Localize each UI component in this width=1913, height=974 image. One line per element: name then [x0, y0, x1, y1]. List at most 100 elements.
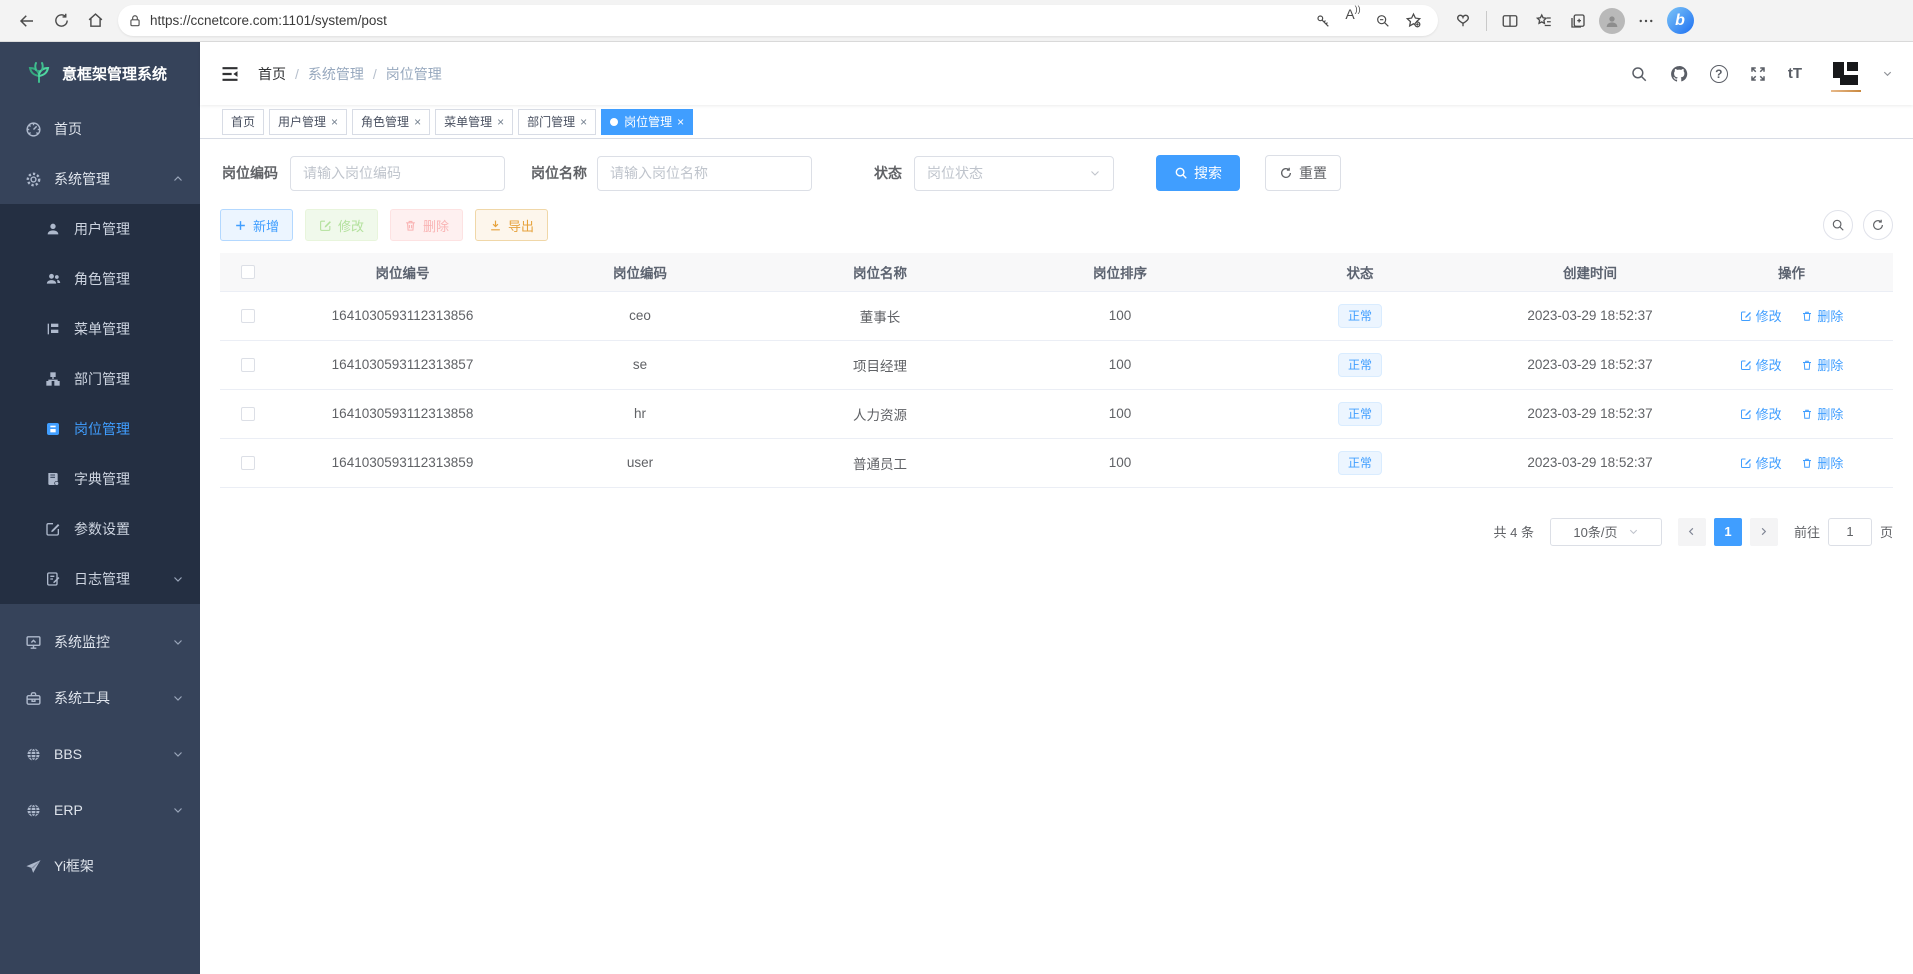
sidebar-item-param-settings[interactable]: 参数设置: [0, 504, 200, 554]
url-text[interactable]: https://ccnetcore.com:1101/system/post: [150, 13, 1308, 28]
tags-view-bar: 首页 用户管理 × 角色管理 × 菜单管理 × 部门管理 × 岗位管理 ×: [200, 105, 1913, 139]
row-checkbox[interactable]: [241, 456, 255, 470]
close-icon[interactable]: ×: [331, 115, 338, 129]
row-checkbox[interactable]: [241, 407, 255, 421]
github-icon[interactable]: [1669, 64, 1689, 84]
add-button[interactable]: 新增: [220, 209, 293, 241]
favorites-list-icon[interactable]: [1527, 6, 1561, 36]
next-page-button[interactable]: [1750, 518, 1778, 546]
sidebar-fold-icon[interactable]: [220, 64, 240, 84]
sidebar-item-erp[interactable]: ERP: [0, 782, 200, 838]
post-table: 岗位编号 岗位编码 岗位名称 岗位排序 状态 创建时间 操作 164103059…: [220, 253, 1893, 488]
browser-back-icon[interactable]: [10, 6, 44, 36]
close-icon[interactable]: ×: [497, 115, 504, 129]
org-tree-icon: [44, 371, 62, 387]
avatar-caret-icon[interactable]: [1882, 68, 1893, 79]
export-button[interactable]: 导出: [475, 209, 548, 241]
sidebar-item-post-mgmt[interactable]: 岗位管理: [0, 404, 200, 454]
col-status: 状态: [1230, 253, 1490, 291]
col-post-sort: 岗位排序: [1010, 253, 1230, 291]
reset-button[interactable]: 重置: [1265, 155, 1341, 191]
sidebar-item-system-mgmt[interactable]: 系统管理: [0, 154, 200, 204]
text-size-icon[interactable]: tT: [1788, 65, 1802, 82]
row-delete-link[interactable]: 删除: [1801, 355, 1843, 374]
globe-icon: [24, 802, 42, 819]
read-aloud-icon[interactable]: A)): [1338, 6, 1368, 36]
post-code-label: 岗位编码: [222, 163, 278, 183]
page-size-select[interactable]: 10条/页: [1550, 518, 1662, 546]
sidebar-item-user-mgmt[interactable]: 用户管理: [0, 204, 200, 254]
sidebar-item-menu-mgmt[interactable]: 菜单管理: [0, 304, 200, 354]
row-edit-link[interactable]: 修改: [1740, 453, 1782, 472]
row-checkbox[interactable]: [241, 309, 255, 323]
edit-button[interactable]: 修改: [305, 209, 378, 241]
tab-role-mgmt[interactable]: 角色管理 ×: [352, 109, 430, 135]
row-delete-link[interactable]: 删除: [1801, 404, 1843, 423]
password-key-icon[interactable]: [1308, 6, 1338, 36]
tab-user-mgmt[interactable]: 用户管理 ×: [269, 109, 347, 135]
breadcrumb-home[interactable]: 首页: [258, 64, 286, 84]
sidebar-item-system-tools[interactable]: 系统工具: [0, 670, 200, 726]
tab-post-mgmt[interactable]: 岗位管理 ×: [601, 109, 693, 135]
sidebar-item-dict-mgmt[interactable]: 字典管理: [0, 454, 200, 504]
bing-chat-icon[interactable]: b: [1663, 6, 1697, 36]
browser-essentials-icon[interactable]: [1446, 6, 1480, 36]
row-edit-link[interactable]: 修改: [1740, 404, 1782, 423]
close-icon[interactable]: ×: [677, 115, 684, 129]
row-delete-link[interactable]: 删除: [1801, 306, 1843, 325]
toolbox-icon: [24, 690, 42, 707]
tab-home[interactable]: 首页: [222, 109, 264, 135]
col-post-name: 岗位名称: [750, 253, 1010, 291]
status-badge: 正常: [1338, 451, 1382, 475]
row-checkbox[interactable]: [241, 358, 255, 372]
collections-icon[interactable]: [1561, 6, 1595, 36]
app-title: 意框架管理系统: [62, 63, 167, 84]
chevron-up-icon: [172, 173, 184, 185]
favorite-star-icon[interactable]: [1398, 6, 1428, 36]
header-search-icon[interactable]: [1630, 65, 1648, 83]
zoom-out-icon[interactable]: [1368, 6, 1398, 36]
close-icon[interactable]: ×: [414, 115, 421, 129]
sidebar-item-system-monitor[interactable]: 系统监控: [0, 614, 200, 670]
breadcrumb: 首页 / 系统管理 / 岗位管理: [258, 64, 442, 84]
browser-refresh-icon[interactable]: [44, 6, 78, 36]
show-search-toggle-button[interactable]: [1823, 210, 1853, 240]
paper-plane-icon: [24, 858, 42, 875]
address-bar[interactable]: https://ccnetcore.com:1101/system/post A…: [118, 5, 1438, 36]
table-toolbar: 新增 修改 删除 导出: [220, 209, 1893, 241]
browser-menu-icon[interactable]: [1629, 6, 1663, 36]
page-number-button[interactable]: 1: [1714, 518, 1742, 546]
dashboard-icon: [24, 121, 42, 138]
sidebar-item-dept-mgmt[interactable]: 部门管理: [0, 354, 200, 404]
sidebar-item-log-mgmt[interactable]: 日志管理: [0, 554, 200, 604]
app-navbar: 首页 / 系统管理 / 岗位管理 ? tT: [200, 42, 1913, 105]
edit-square-icon: [44, 521, 62, 537]
row-edit-link[interactable]: 修改: [1740, 306, 1782, 325]
tab-dept-mgmt[interactable]: 部门管理 ×: [518, 109, 596, 135]
profile-avatar-icon[interactable]: [1595, 6, 1629, 36]
sidebar-item-role-mgmt[interactable]: 角色管理: [0, 254, 200, 304]
search-button[interactable]: 搜索: [1156, 155, 1240, 191]
post-name-input[interactable]: [597, 156, 812, 191]
close-icon[interactable]: ×: [580, 115, 587, 129]
user-avatar[interactable]: [1831, 59, 1861, 89]
sidebar-item-home[interactable]: 首页: [0, 104, 200, 154]
book-icon: [44, 471, 62, 487]
split-screen-icon[interactable]: [1493, 6, 1527, 36]
status-select[interactable]: 岗位状态: [914, 156, 1114, 191]
sidebar-item-bbs[interactable]: BBS: [0, 726, 200, 782]
row-edit-link[interactable]: 修改: [1740, 355, 1782, 374]
delete-button[interactable]: 删除: [390, 209, 463, 241]
goto-page-input[interactable]: [1828, 518, 1872, 546]
help-icon[interactable]: ?: [1710, 65, 1728, 83]
browser-home-icon[interactable]: [78, 6, 112, 36]
tab-menu-mgmt[interactable]: 菜单管理 ×: [435, 109, 513, 135]
post-name-label: 岗位名称: [531, 163, 587, 183]
prev-page-button[interactable]: [1678, 518, 1706, 546]
post-code-input[interactable]: [290, 156, 505, 191]
sidebar-item-yi-framework[interactable]: Yi框架: [0, 838, 200, 894]
select-all-checkbox[interactable]: [241, 265, 255, 279]
row-delete-link[interactable]: 删除: [1801, 453, 1843, 472]
refresh-table-button[interactable]: [1863, 210, 1893, 240]
fullscreen-icon[interactable]: [1749, 65, 1767, 83]
